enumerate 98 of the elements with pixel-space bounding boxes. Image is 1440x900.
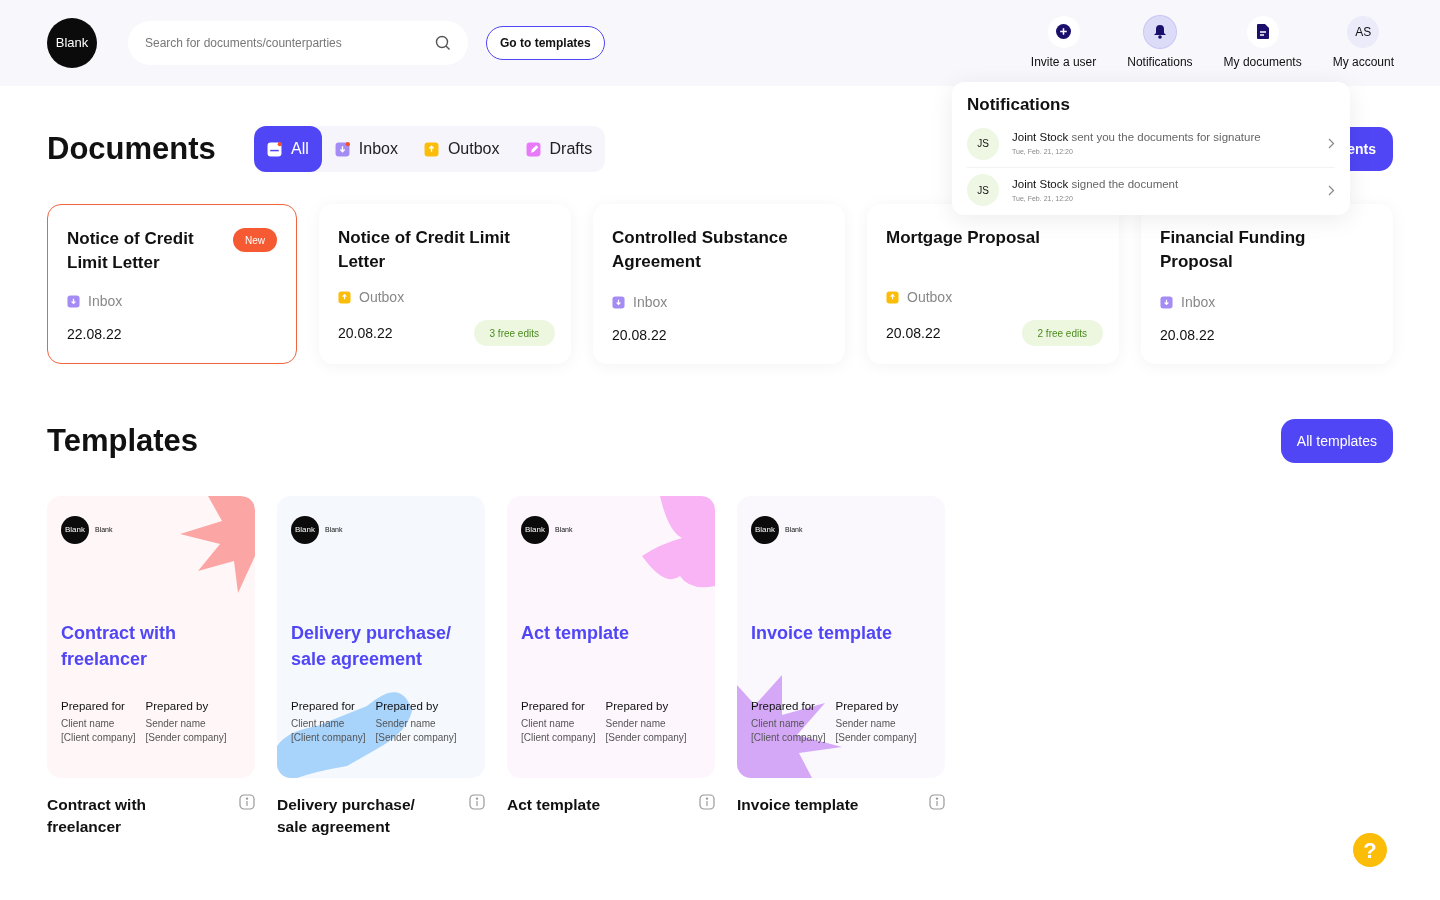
document-date: 20.08.22 [886, 323, 941, 343]
go-to-templates-button[interactable]: Go to templates [486, 26, 605, 60]
card-title: Notice of Credit Limit Letter [338, 227, 511, 273]
folder-label: Outbox [907, 288, 953, 307]
folder-label: Outbox [359, 288, 405, 307]
folder-label: Inbox [633, 293, 668, 312]
search-field[interactable]: Search for documents/counterparties [128, 21, 468, 65]
name-text: Client name [521, 717, 576, 732]
prepared-label: Prepared by [375, 699, 440, 714]
tab[interactable]: Inbox [321, 126, 411, 172]
nav-item[interactable]: My documents [1223, 15, 1302, 71]
name-text: Sender name [375, 717, 437, 732]
nav-item[interactable]: AS My account [1332, 15, 1394, 71]
name-text: Client name [291, 717, 346, 732]
inbox-icon [67, 295, 80, 308]
info-icon[interactable] [469, 794, 485, 810]
plus-icon [1056, 24, 1072, 39]
notification-text: Joint Stock signed the document [1012, 176, 1180, 192]
document-date: 20.08.22 [612, 326, 667, 345]
search-icon [435, 35, 451, 51]
info-icon[interactable] [239, 794, 255, 810]
pencil-icon [525, 141, 541, 157]
prepared-label: Prepared for [291, 699, 356, 714]
info-icon[interactable] [929, 794, 945, 810]
avatar: JS [967, 174, 999, 206]
folder-label: Inbox [1181, 293, 1216, 312]
logo: Blank [291, 516, 319, 544]
cover-title: Invoice template [751, 622, 894, 645]
document-card[interactable]: Controlled Substance Agreement Inbox 20.08.22 [593, 204, 845, 364]
free-edits-badge: 2 free edits [1021, 320, 1103, 346]
company-text: [Sender company] [375, 731, 457, 746]
all-templates-button[interactable]: All templates [1280, 419, 1393, 463]
logo: Blank [521, 516, 549, 544]
name-text: Sender name [605, 717, 667, 732]
name-text: Client name [751, 717, 806, 732]
company-text: [Sender company] [835, 731, 917, 746]
inbox-icon [334, 141, 350, 157]
card-title: Notice of Credit Limit Letter [67, 228, 195, 274]
template-name: Invoice template [737, 795, 860, 815]
outbox-icon [423, 141, 439, 157]
bell-icon [1152, 24, 1167, 39]
company-text: [Sender company] [145, 731, 227, 746]
document-date: 20.08.22 [1160, 326, 1215, 345]
document-date: 20.08.22 [338, 323, 393, 343]
logo[interactable]: Blank [47, 18, 97, 68]
chevron-icon [1328, 138, 1335, 149]
company-text: [Sender company] [605, 731, 687, 746]
tab[interactable]: Drafts [512, 126, 606, 172]
cover-title: Delivery purchase/ sale agreement [291, 622, 453, 671]
popup-title: Notifications [967, 94, 1071, 116]
new-badge: New [233, 228, 277, 252]
inbox-icon [1160, 296, 1173, 309]
template-name: Contract with freelancer [47, 795, 148, 837]
template-name: Act template [507, 795, 602, 815]
company-text: [Client company] [61, 731, 136, 746]
name-text: Sender name [145, 717, 207, 732]
document-card[interactable]: Notice of Credit Limit Letter Outbox 20.08.22 3 free edits [319, 204, 571, 364]
cover-title: Act template [521, 622, 631, 645]
inbox-icon [612, 296, 625, 309]
info-icon[interactable] [699, 794, 715, 810]
company-text: [Client company] [521, 731, 596, 746]
chevron-icon [1328, 184, 1335, 196]
logo: Blank [751, 516, 779, 544]
card-title: Controlled Substance Agreement [612, 227, 789, 273]
document-card[interactable]: Mortgage Proposal Outbox 20.08.22 2 free edits [867, 204, 1119, 364]
document-card[interactable]: Financial Funding Proposal Inbox 20.08.22 [1141, 204, 1393, 364]
nav-item[interactable]: Invite a user [1030, 15, 1097, 71]
free-edits-badge: 3 free edits [473, 320, 555, 346]
prepared-label: Prepared for [521, 699, 586, 714]
company-text: [Client company] [751, 731, 826, 746]
section-title: Templates [47, 421, 199, 460]
notification-text: Joint Stock sent you the documents for signature [1012, 130, 1262, 146]
card-title: Financial Funding Proposal [1160, 227, 1307, 273]
name-text: Client name [61, 717, 116, 732]
prepared-label: Prepared by [145, 699, 210, 714]
document-date: 22.08.22 [67, 325, 122, 344]
nav-item[interactable]: Notifications [1127, 15, 1193, 71]
company-text: [Client company] [291, 731, 366, 746]
document-card[interactable]: Notice of Credit Limit Letter New Inbox 22.08.22 [47, 204, 297, 364]
avatar-initials: AS [1355, 23, 1372, 41]
tab[interactable]: All [254, 126, 322, 172]
folder-icon [267, 141, 282, 157]
outbox-icon [338, 291, 351, 304]
folder-label: Inbox [88, 292, 123, 311]
template-name: Delivery purchase/ sale agreement [277, 795, 416, 837]
prepared-label: Prepared by [835, 699, 900, 714]
prepared-label: Prepared by [605, 699, 670, 714]
avatar: JS [967, 127, 999, 160]
logo: Blank [61, 516, 89, 544]
prepared-label: Prepared for [751, 699, 816, 714]
cover-title: Contract with freelancer [61, 622, 177, 671]
outbox-icon [886, 291, 899, 304]
page-title: Documents [47, 129, 217, 168]
prepared-label: Prepared for [61, 699, 126, 714]
tab[interactable]: Outbox [410, 126, 513, 172]
card-title: Mortgage Proposal [886, 227, 1041, 249]
document-icon [1256, 24, 1269, 39]
name-text: Sender name [835, 717, 897, 732]
